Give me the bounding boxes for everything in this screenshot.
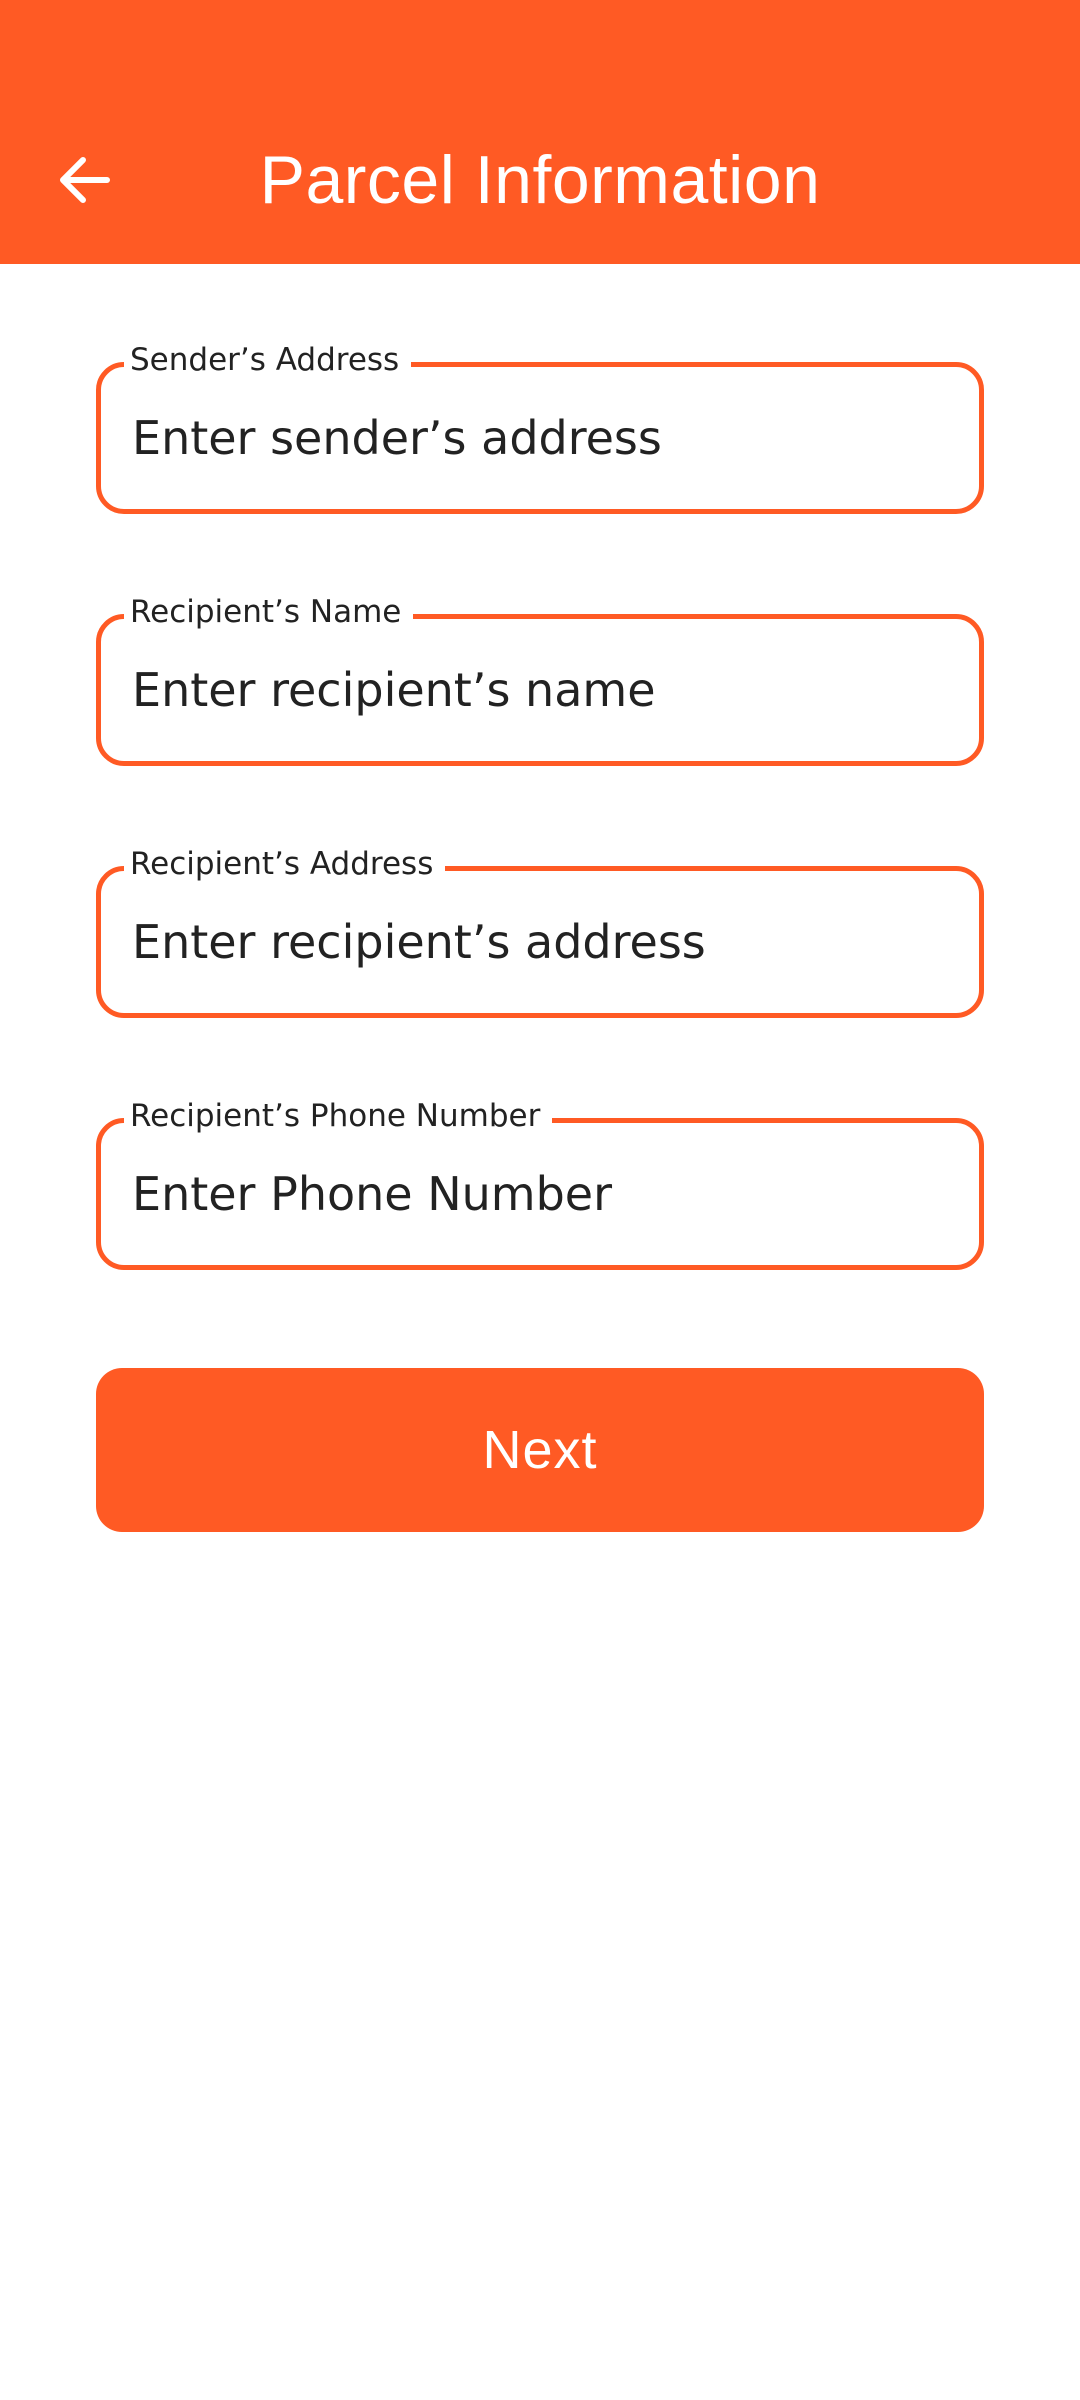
recipients-address-label: Recipient’s Address (124, 844, 446, 884)
senders-address-input[interactable] (132, 392, 952, 484)
recipients-name-label: Recipient’s Name (124, 592, 414, 632)
recipients-name-input[interactable] (132, 644, 952, 736)
senders-address-field[interactable]: Sender’s Address (96, 340, 984, 514)
app-bar: Parcel Information (0, 0, 1080, 264)
recipients-address-input[interactable] (132, 896, 952, 988)
recipients-phone-input[interactable] (132, 1148, 952, 1240)
page-title: Parcel Information (259, 142, 821, 218)
next-button[interactable]: Next (96, 1368, 984, 1532)
recipients-phone-label: Recipient’s Phone Number (124, 1096, 553, 1136)
senders-address-label: Sender’s Address (124, 340, 412, 380)
recipients-phone-field[interactable]: Recipient’s Phone Number (96, 1096, 984, 1270)
recipients-address-field[interactable]: Recipient’s Address (96, 844, 984, 1018)
recipients-name-field[interactable]: Recipient’s Name (96, 592, 984, 766)
